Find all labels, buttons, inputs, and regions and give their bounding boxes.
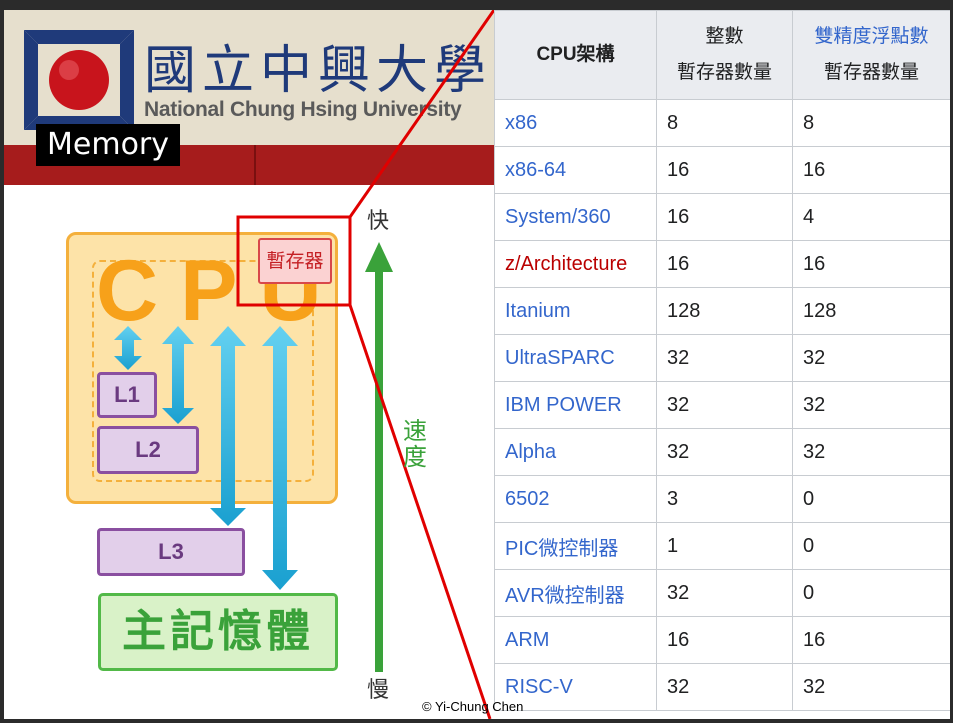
arch-link[interactable]: PIC微控制器: [494, 522, 657, 570]
fp-register-count: 128: [792, 287, 950, 335]
int-register-count: 16: [656, 240, 793, 288]
arch-link[interactable]: Itanium: [494, 287, 657, 335]
header-fp-line2: 暫存器數量: [823, 62, 919, 83]
table-row: UltraSPARC 32 32: [494, 334, 950, 382]
header-int-line1: 整數: [705, 26, 744, 47]
arch-link[interactable]: 6502: [494, 475, 657, 523]
arch-link[interactable]: System/360: [494, 193, 657, 241]
table-row: RISC-V 32 32: [494, 663, 950, 711]
slow-label: 慢: [367, 678, 390, 703]
arch-link[interactable]: AVR微控制器: [494, 569, 657, 617]
table-header-row: CPU架構 整數 暫存器數量 雙精度浮點數 暫存器數量: [494, 10, 950, 100]
int-register-count: 16: [656, 193, 793, 241]
int-register-count: 1: [656, 522, 793, 570]
slide: 國立中興大學 National Chung Hsing University M…: [4, 10, 950, 719]
arrow-cpu-l3-icon: [210, 326, 246, 526]
int-register-count: 32: [656, 569, 793, 617]
table-row: x86-64 16 16: [494, 146, 950, 194]
table-row: System/360 16 4: [494, 193, 950, 241]
arch-link[interactable]: Alpha: [494, 428, 657, 476]
arch-link[interactable]: UltraSPARC: [494, 334, 657, 382]
table-row: ARM 16 16: [494, 616, 950, 664]
int-register-count: 32: [656, 663, 793, 711]
header-fp-registers: 雙精度浮點數 暫存器數量: [792, 10, 950, 100]
header-cpu-arch: CPU架構: [494, 10, 657, 100]
fp-register-count: 32: [792, 381, 950, 429]
int-register-count: 8: [656, 99, 793, 147]
fp-register-count: 32: [792, 334, 950, 382]
int-register-count: 32: [656, 428, 793, 476]
fp-register-count: 16: [792, 616, 950, 664]
int-register-count: 16: [656, 146, 793, 194]
fast-label: 快: [367, 209, 390, 234]
int-register-count: 128: [656, 287, 793, 335]
speed-arrow-icon: [365, 242, 393, 672]
int-register-count: 16: [656, 616, 793, 664]
int-register-count: 32: [656, 381, 793, 429]
int-register-count: 32: [656, 334, 793, 382]
table-row: IBM POWER 32 32: [494, 381, 950, 429]
table-row: Itanium 128 128: [494, 287, 950, 335]
table-row: PIC微控制器 1 0: [494, 522, 950, 570]
arch-link[interactable]: x86: [494, 99, 657, 147]
table-row: 6502 3 0: [494, 475, 950, 523]
fp-register-count: 8: [792, 99, 950, 147]
fp-register-count: 16: [792, 240, 950, 288]
fp-register-count: 0: [792, 522, 950, 570]
fp-register-count: 0: [792, 569, 950, 617]
register-count-table: CPU架構 整數 暫存器數量 雙精度浮點數 暫存器數量 x86 8 8 x86-64 1…: [494, 10, 950, 711]
header-int-registers: 整數 暫存器數量: [656, 10, 793, 100]
arch-link[interactable]: ARM: [494, 616, 657, 664]
header-fp-line1[interactable]: 雙精度浮點數: [803, 19, 940, 55]
copyright-credit: © Yi-Chung Chen: [422, 699, 524, 714]
header-int-line2: 暫存器數量: [676, 62, 772, 83]
table-row: x86 8 8: [494, 99, 950, 147]
arch-link[interactable]: z/Architecture: [494, 240, 657, 288]
speed-label: 速度: [403, 417, 427, 471]
fp-register-count: 0: [792, 475, 950, 523]
fp-register-count: 32: [792, 663, 950, 711]
arrow-cpu-memory-icon: [262, 326, 298, 590]
table-row: Alpha 32 32: [494, 428, 950, 476]
fp-register-count: 16: [792, 146, 950, 194]
fp-register-count: 4: [792, 193, 950, 241]
arrow-cpu-l2-icon: [162, 326, 194, 424]
arch-link[interactable]: x86-64: [494, 146, 657, 194]
table-row: AVR微控制器 32 0: [494, 569, 950, 617]
arrow-cpu-l1-icon: [114, 326, 142, 370]
fp-register-count: 32: [792, 428, 950, 476]
table-row: z/Architecture 16 16: [494, 240, 950, 288]
arch-link[interactable]: IBM POWER: [494, 381, 657, 429]
int-register-count: 3: [656, 475, 793, 523]
